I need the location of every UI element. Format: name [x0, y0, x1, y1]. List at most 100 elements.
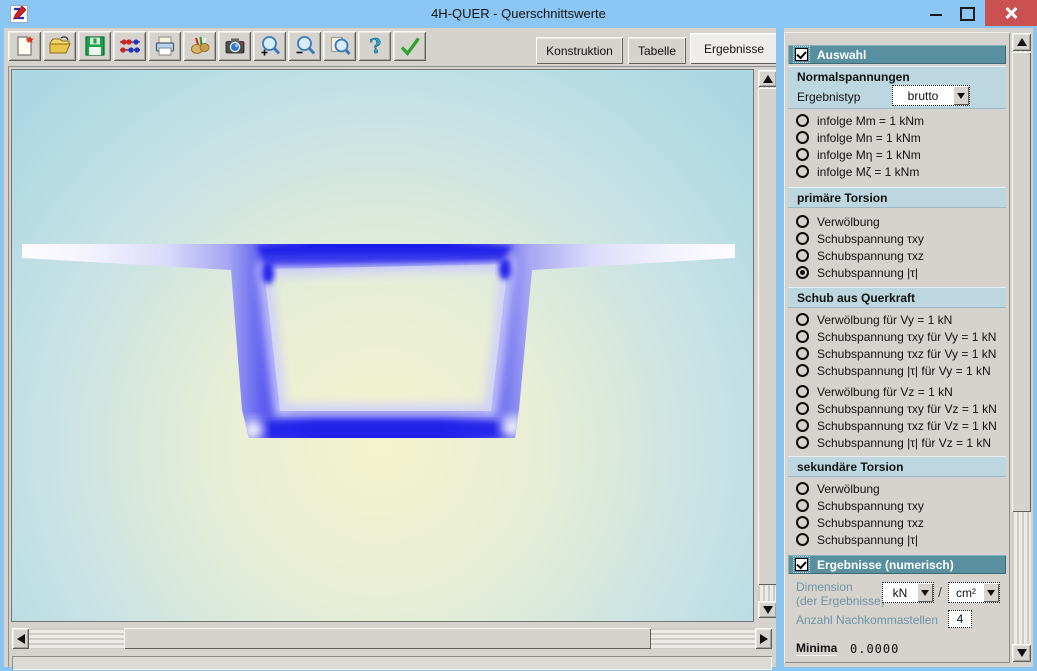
schub-aus-querkraft-band: Schub aus Querkraft: [788, 287, 1006, 308]
radio-row[interactable]: Verwölbung: [796, 481, 1008, 496]
new-document-icon: [13, 34, 37, 58]
ergebnistyp-label: Ergebnistyp: [797, 90, 860, 104]
scroll-right-icon[interactable]: [755, 628, 772, 649]
radio-icon[interactable]: [796, 364, 809, 377]
radio-row[interactable]: Schubspannung τxz für Vz = 1 kN: [796, 418, 1008, 433]
radio-row[interactable]: Verwölbung für Vy = 1 kN: [796, 312, 1008, 327]
plot-settings-button[interactable]: [183, 31, 216, 61]
scroll-up-icon[interactable]: [1012, 33, 1031, 51]
radio-row[interactable]: infolge Mm = 1 kNm: [796, 113, 1008, 128]
sidebar-vscroll-thumb[interactable]: [1012, 52, 1031, 512]
zoom-in-button[interactable]: [253, 31, 286, 61]
radio-icon[interactable]: [796, 482, 809, 495]
apply-button[interactable]: [393, 31, 426, 61]
radio-label: Schubspannung |τ|: [817, 533, 918, 547]
radio-row[interactable]: infolge Mη = 1 kNm: [796, 147, 1008, 162]
radio-row[interactable]: Schubspannung τxz: [796, 248, 1008, 263]
scroll-up-icon[interactable]: [758, 70, 777, 87]
print-button[interactable]: [148, 31, 181, 61]
ergebnisse-numerisch-checkbox[interactable]: [795, 558, 808, 571]
radio-label: Schubspannung |τ| für Vy = 1 kN: [817, 364, 991, 378]
zoom-out-button[interactable]: [288, 31, 321, 61]
radio-icon[interactable]: [796, 419, 809, 432]
help-icon: ?: [363, 34, 387, 58]
sekundaere-torsion-band: sekundäre Torsion: [788, 456, 1006, 477]
zoom-out-icon: [293, 34, 317, 58]
radio-label: Verwölbung für Vz = 1 kN: [817, 385, 953, 399]
radio-icon[interactable]: [796, 516, 809, 529]
close-button[interactable]: [985, 0, 1037, 26]
auswahl-checkbox[interactable]: [795, 48, 808, 61]
radio-icon[interactable]: [796, 533, 809, 546]
radio-row[interactable]: Schubspannung τxy: [796, 231, 1008, 246]
open-file-button[interactable]: [43, 31, 76, 61]
radio-icon[interactable]: [796, 232, 809, 245]
decimals-input[interactable]: 4: [948, 610, 972, 628]
radio-row[interactable]: infolge Mζ = 1 kNm: [796, 164, 1008, 179]
canvas-hscroll-thumb[interactable]: [124, 628, 651, 649]
radio-icon[interactable]: [796, 330, 809, 343]
tab-ergebnisse[interactable]: Ergebnisse: [690, 33, 778, 64]
cross-section-plot[interactable]: [12, 70, 753, 621]
radio-icon[interactable]: [796, 114, 809, 127]
help-button[interactable]: ?: [358, 31, 391, 61]
unit-force-dropdown[interactable]: kN: [882, 582, 934, 603]
radio-label: Verwölbung für Vy = 1 kN: [817, 313, 952, 327]
radio-row[interactable]: Schubspannung τxz: [796, 515, 1008, 530]
radio-icon[interactable]: [796, 347, 809, 360]
radio-label: Verwölbung: [817, 482, 880, 496]
radio-row[interactable]: Schubspannung |τ| für Vy = 1 kN: [796, 363, 1008, 378]
drawing-area: [8, 66, 776, 667]
ergebnistyp-dropdown[interactable]: brutto: [892, 85, 970, 106]
radio-label: Schubspannung |τ|: [817, 266, 918, 280]
radio-row[interactable]: Schubspannung τxy für Vz = 1 kN: [796, 401, 1008, 416]
zoom-fit-button[interactable]: [323, 31, 356, 61]
save-button[interactable]: [78, 31, 111, 61]
radio-row[interactable]: Schubspannung τxy für Vy = 1 kN: [796, 329, 1008, 344]
radio-row[interactable]: infolge Mn = 1 kNm: [796, 130, 1008, 145]
scroll-down-icon[interactable]: [1012, 644, 1031, 662]
canvas-vertical-scrollbar[interactable]: [758, 70, 777, 618]
zoom-in-icon: [258, 34, 282, 58]
radio-icon[interactable]: [796, 266, 809, 279]
radio-row[interactable]: Verwölbung für Vz = 1 kN: [796, 384, 1008, 399]
radio-icon[interactable]: [796, 148, 809, 161]
scroll-down-icon[interactable]: [758, 601, 777, 618]
radio-icon[interactable]: [796, 436, 809, 449]
unit-area-dropdown[interactable]: cm²: [948, 582, 1000, 603]
save-icon: [83, 34, 107, 58]
snapshot-button[interactable]: [218, 31, 251, 61]
minimize-icon[interactable]: [930, 14, 942, 16]
maximize-icon[interactable]: [960, 7, 975, 21]
sidebar-vertical-scrollbar[interactable]: [1012, 33, 1031, 662]
tab-tabelle[interactable]: Tabelle: [628, 37, 686, 64]
new-document-button[interactable]: [8, 31, 41, 61]
canvas-vscroll-thumb[interactable]: [758, 88, 777, 585]
radio-row[interactable]: Verwölbung: [796, 214, 1008, 229]
radio-icon[interactable]: [796, 313, 809, 326]
tab-konstruktion[interactable]: Konstruktion: [536, 37, 623, 64]
auswahl-header[interactable]: Auswahl: [788, 45, 1006, 64]
unit-force-value: kN: [883, 583, 917, 602]
radio-row[interactable]: Schubspannung τxz für Vy = 1 kN: [796, 346, 1008, 361]
dropdown-arrow-icon[interactable]: [983, 583, 999, 602]
radio-icon[interactable]: [796, 402, 809, 415]
radio-icon[interactable]: [796, 499, 809, 512]
scroll-left-icon[interactable]: [12, 628, 29, 649]
dropdown-arrow-icon[interactable]: [953, 86, 969, 105]
radio-icon[interactable]: [796, 385, 809, 398]
radio-icon[interactable]: [796, 215, 809, 228]
radio-row[interactable]: Schubspannung τxy: [796, 498, 1008, 513]
radio-row[interactable]: Schubspannung |τ| für Vz = 1 kN: [796, 435, 1008, 450]
radio-icon[interactable]: [796, 249, 809, 262]
radio-label: Schubspannung |τ| für Vz = 1 kN: [817, 436, 991, 450]
ergebnisse-numerisch-header[interactable]: Ergebnisse (numerisch): [788, 555, 1006, 574]
radio-icon[interactable]: [796, 131, 809, 144]
dropdown-arrow-icon[interactable]: [917, 583, 933, 602]
calculation-options-button[interactable]: [113, 31, 146, 61]
radio-row[interactable]: Schubspannung |τ|: [796, 265, 1008, 280]
divider: [776, 28, 784, 667]
radio-row[interactable]: Schubspannung |τ|: [796, 532, 1008, 547]
radio-icon[interactable]: [796, 165, 809, 178]
canvas-horizontal-scrollbar[interactable]: [12, 628, 772, 649]
